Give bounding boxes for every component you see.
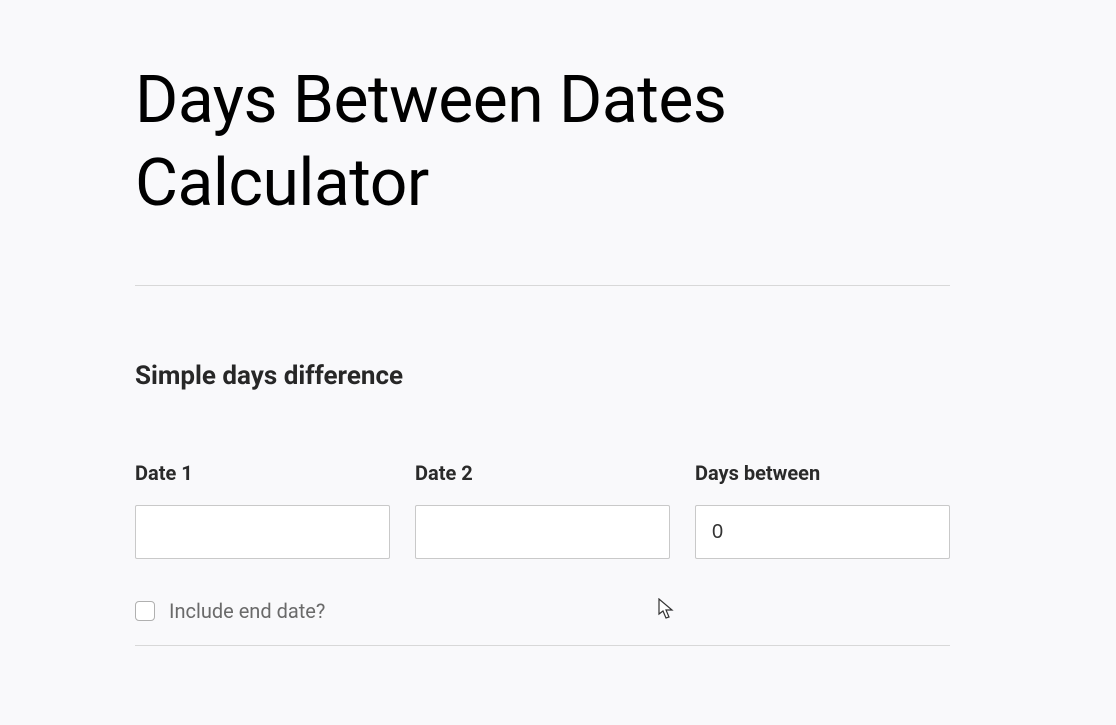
days-between-output[interactable] xyxy=(695,505,950,559)
include-end-date-label[interactable]: Include end date? xyxy=(169,599,325,623)
date2-input[interactable] xyxy=(415,505,670,559)
date1-label: Date 1 xyxy=(135,461,390,485)
include-end-date-row: Include end date? xyxy=(135,599,950,646)
page-title: Days Between Dates Calculator xyxy=(135,60,950,225)
include-end-date-checkbox[interactable] xyxy=(135,601,155,621)
date2-label: Date 2 xyxy=(415,461,670,485)
date1-field: Date 1 xyxy=(135,461,390,559)
fields-row: Date 1 Date 2 Days between xyxy=(135,461,950,559)
date2-field: Date 2 xyxy=(415,461,670,559)
main-container: Days Between Dates Calculator Simple day… xyxy=(135,60,950,646)
date1-input[interactable] xyxy=(135,505,390,559)
days-between-label: Days between xyxy=(695,461,950,485)
title-divider xyxy=(135,285,950,286)
section-heading: Simple days difference xyxy=(135,361,950,391)
days-between-field: Days between xyxy=(695,461,950,559)
